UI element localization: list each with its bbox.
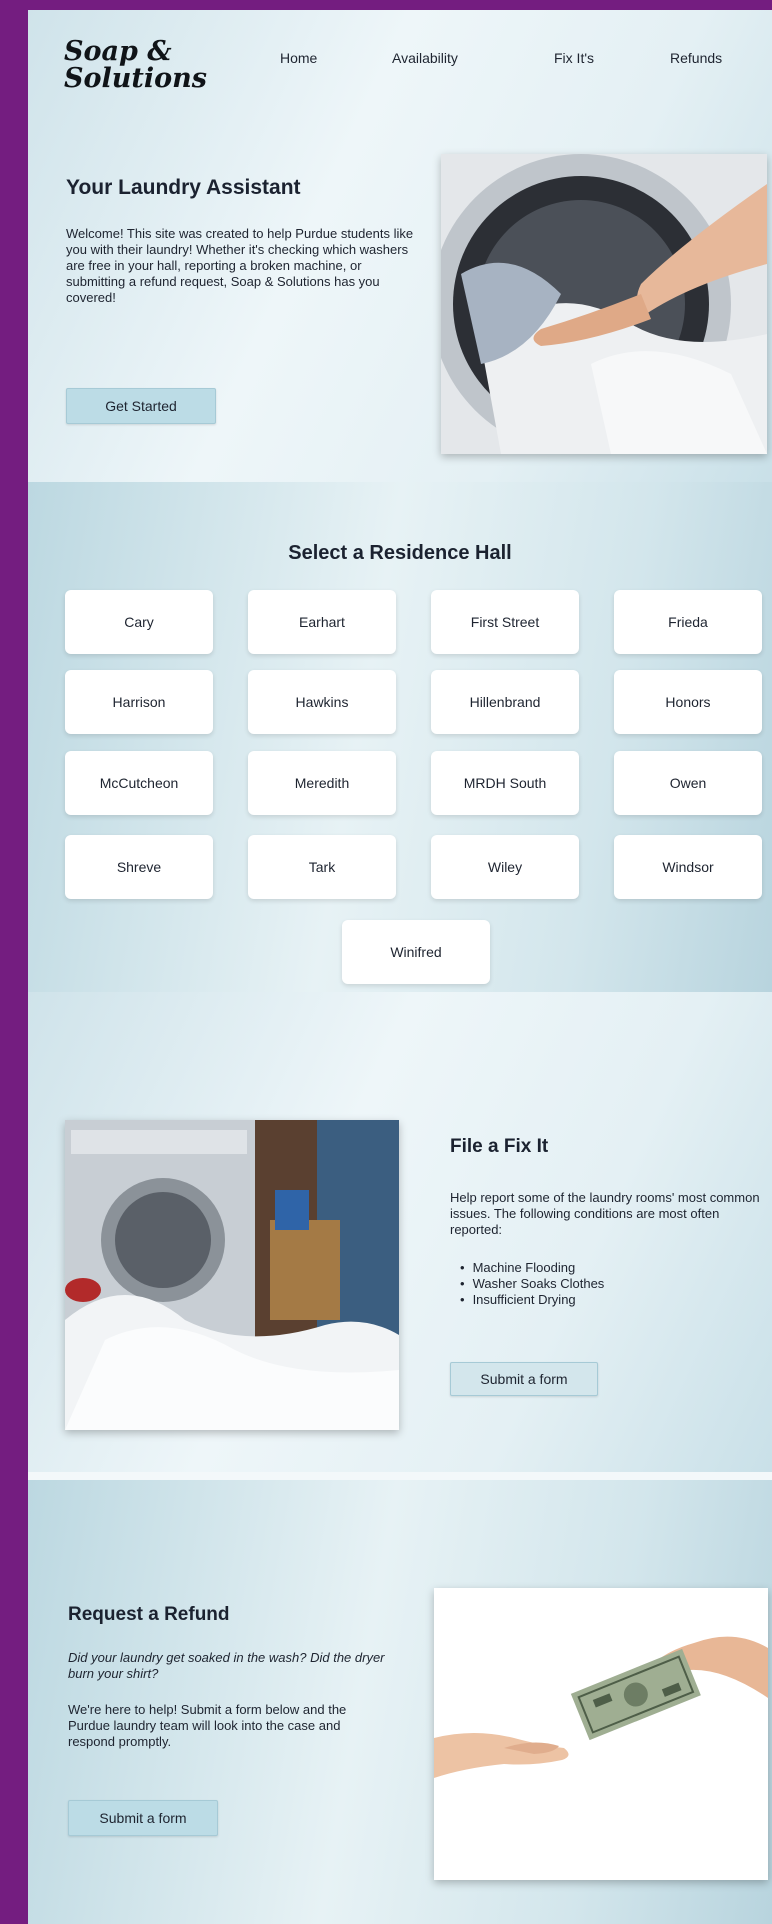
hall-card-shreve[interactable]: Shreve: [65, 835, 213, 899]
flooded-laundry-photo: [65, 1120, 399, 1430]
main-nav: Home Availability Fix It's Refunds: [28, 50, 772, 70]
refund-section: Request a Refund Did your laundry get so…: [28, 1480, 772, 1924]
hall-card-honors[interactable]: Honors: [614, 670, 762, 734]
refund-money-photo: [434, 1588, 768, 1880]
fixit-issue-list: Machine Flooding Washer Soaks Clothes In…: [460, 1260, 605, 1308]
refund-title: Request a Refund: [68, 1604, 230, 1625]
washing-machine-photo: [441, 154, 767, 454]
nav-refunds[interactable]: Refunds: [670, 50, 722, 66]
refund-question: Did your laundry get soaked in the wash?…: [68, 1650, 385, 1681]
hero-title: Your Laundry Assistant: [66, 176, 301, 199]
hall-card-cary[interactable]: Cary: [65, 590, 213, 654]
fixit-issue-item: Insufficient Drying: [460, 1292, 604, 1308]
nav-availability[interactable]: Availability: [392, 50, 458, 66]
fix-it-section: File a Fix It Help report some of the la…: [28, 992, 772, 1480]
hall-card-meredith[interactable]: Meredith: [248, 751, 396, 815]
halls-title: Select a Residence Hall: [288, 542, 512, 564]
refund-submit-button[interactable]: Submit a form: [68, 1800, 218, 1836]
hall-card-wiley[interactable]: Wiley: [431, 835, 579, 899]
page: Soap & Solutions Home Availability Fix I…: [28, 10, 772, 1924]
get-started-button[interactable]: Get Started: [66, 388, 216, 424]
hall-card-earhart[interactable]: Earhart: [248, 590, 396, 654]
hall-card-windsor[interactable]: Windsor: [614, 835, 762, 899]
hall-card-owen[interactable]: Owen: [614, 751, 762, 815]
refund-description: We're here to help! Submit a form below …: [68, 1702, 347, 1749]
fixit-description: Help report some of the laundry rooms' m…: [450, 1190, 760, 1237]
hero-description: Welcome! This site was created to help P…: [66, 226, 414, 305]
hall-card-hawkins[interactable]: Hawkins: [248, 670, 396, 734]
hall-card-tark[interactable]: Tark: [248, 835, 396, 899]
fixit-issue-item: Washer Soaks Clothes: [460, 1276, 605, 1292]
hall-card-winifred[interactable]: Winifred: [342, 920, 490, 984]
hall-card-harrison[interactable]: Harrison: [65, 670, 213, 734]
residence-halls-section: Select a Residence Hall Cary Earhart Fir…: [28, 482, 772, 992]
hero-section: Soap & Solutions Home Availability Fix I…: [28, 10, 772, 482]
fixit-submit-button[interactable]: Submit a form: [450, 1362, 598, 1396]
hall-card-mccutcheon[interactable]: McCutcheon: [65, 751, 213, 815]
hall-card-mrdh-south[interactable]: MRDH South: [431, 751, 579, 815]
fixit-issue-item: Machine Flooding: [460, 1260, 604, 1276]
hall-card-first-street[interactable]: First Street: [431, 590, 579, 654]
nav-home[interactable]: Home: [280, 50, 317, 66]
hall-card-hillenbrand[interactable]: Hillenbrand: [431, 670, 579, 734]
fixit-title: File a Fix It: [450, 1136, 549, 1157]
hall-card-frieda[interactable]: Frieda: [614, 590, 762, 654]
nav-fixits[interactable]: Fix It's: [554, 50, 594, 66]
